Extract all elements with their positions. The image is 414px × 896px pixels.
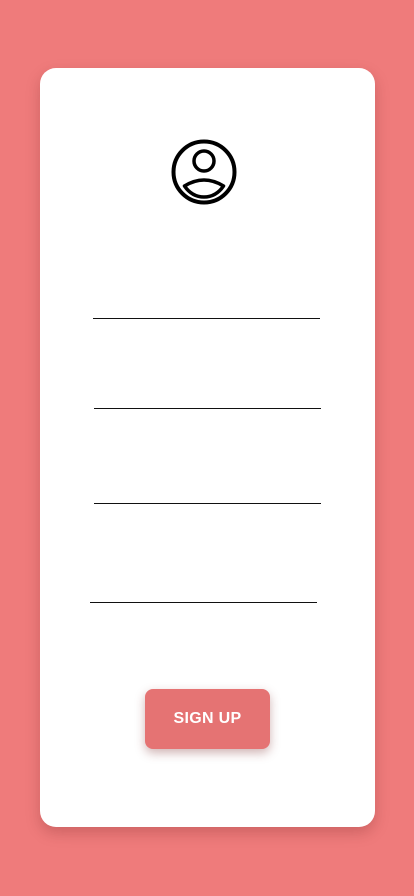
signup-card: SIGN UP	[40, 68, 375, 827]
input-field-4[interactable]	[90, 580, 317, 603]
input-field-1[interactable]	[93, 296, 320, 319]
input-field-3[interactable]	[94, 481, 321, 504]
sign-up-button[interactable]: SIGN UP	[145, 689, 270, 749]
text-input-4[interactable]	[90, 580, 317, 602]
account-circle-icon	[171, 139, 237, 205]
text-input-3[interactable]	[94, 481, 321, 503]
text-input-1[interactable]	[93, 296, 320, 318]
text-input-2[interactable]	[94, 386, 321, 408]
input-field-2[interactable]	[94, 386, 321, 409]
